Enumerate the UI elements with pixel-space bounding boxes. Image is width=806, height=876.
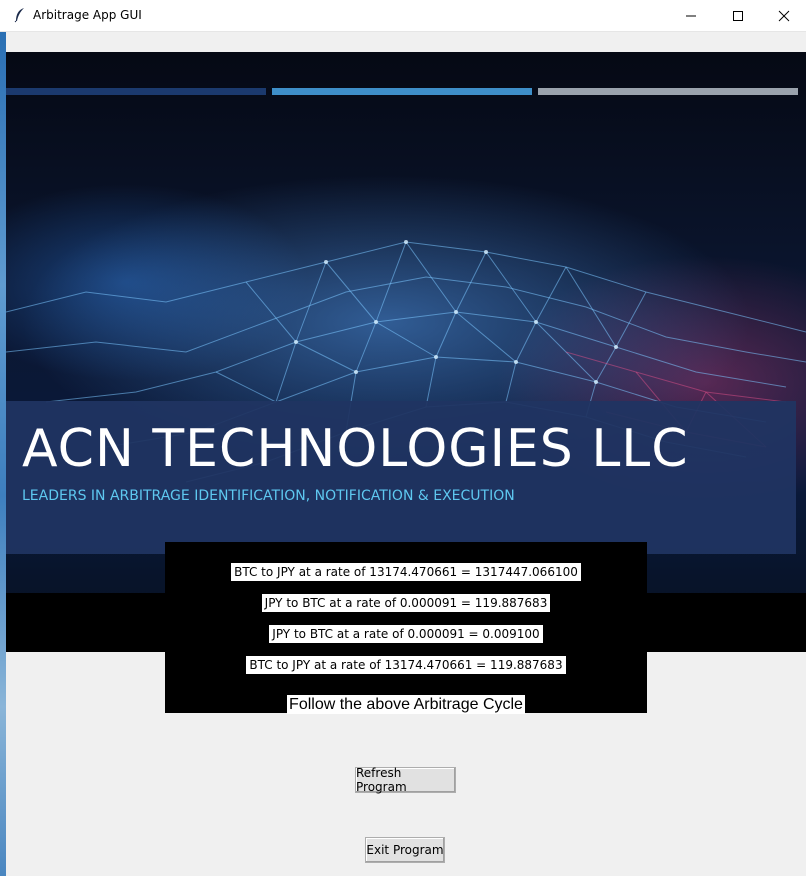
maximize-button[interactable] bbox=[715, 0, 761, 31]
result-text: BTC to JPY at a rate of 13174.470661 = 1… bbox=[246, 656, 566, 674]
close-icon bbox=[778, 10, 790, 21]
result-line: JPY to BTC at a rate of 0.000091 = 119.8… bbox=[165, 594, 647, 612]
refresh-program-button[interactable]: Refresh Program bbox=[355, 766, 456, 794]
result-line: JPY to BTC at a rate of 0.000091 = 0.009… bbox=[165, 625, 647, 643]
result-line: BTC to JPY at a rate of 13174.470661 = 1… bbox=[165, 656, 647, 674]
arbitrage-results-panel: BTC to JPY at a rate of 13174.470661 = 1… bbox=[165, 542, 647, 714]
title-bar: Arbitrage App GUI bbox=[0, 0, 806, 32]
feather-icon bbox=[12, 7, 28, 23]
instruction-text: Follow the above Arbitrage Cycle bbox=[287, 695, 525, 714]
result-line: BTC to JPY at a rate of 13174.470661 = 1… bbox=[165, 563, 647, 581]
result-text: JPY to BTC at a rate of 0.000091 = 0.009… bbox=[269, 625, 543, 643]
exit-program-button[interactable]: Exit Program bbox=[365, 837, 445, 863]
banner-stripe bbox=[538, 88, 798, 95]
banner-stripe bbox=[272, 88, 532, 95]
result-text: BTC to JPY at a rate of 13174.470661 = 1… bbox=[231, 563, 581, 581]
window-title: Arbitrage App GUI bbox=[33, 8, 142, 22]
banner-stripe bbox=[6, 88, 266, 95]
brand-panel: ACN TECHNOLOGIES LLC LEADERS IN ARBITRAG… bbox=[6, 401, 796, 554]
minimize-icon bbox=[686, 15, 696, 16]
close-button[interactable] bbox=[761, 0, 806, 31]
minimize-button[interactable] bbox=[668, 0, 714, 31]
maximize-icon bbox=[733, 10, 743, 21]
app-content: ACN TECHNOLOGIES LLC LEADERS IN ARBITRAG… bbox=[6, 32, 806, 876]
company-tagline: LEADERS IN ARBITRAGE IDENTIFICATION, NOT… bbox=[22, 488, 515, 504]
result-text: JPY to BTC at a rate of 0.000091 = 119.8… bbox=[261, 594, 551, 612]
company-name: ACN TECHNOLOGIES LLC bbox=[22, 419, 689, 479]
instruction-line: Follow the above Arbitrage Cycle bbox=[165, 695, 647, 714]
